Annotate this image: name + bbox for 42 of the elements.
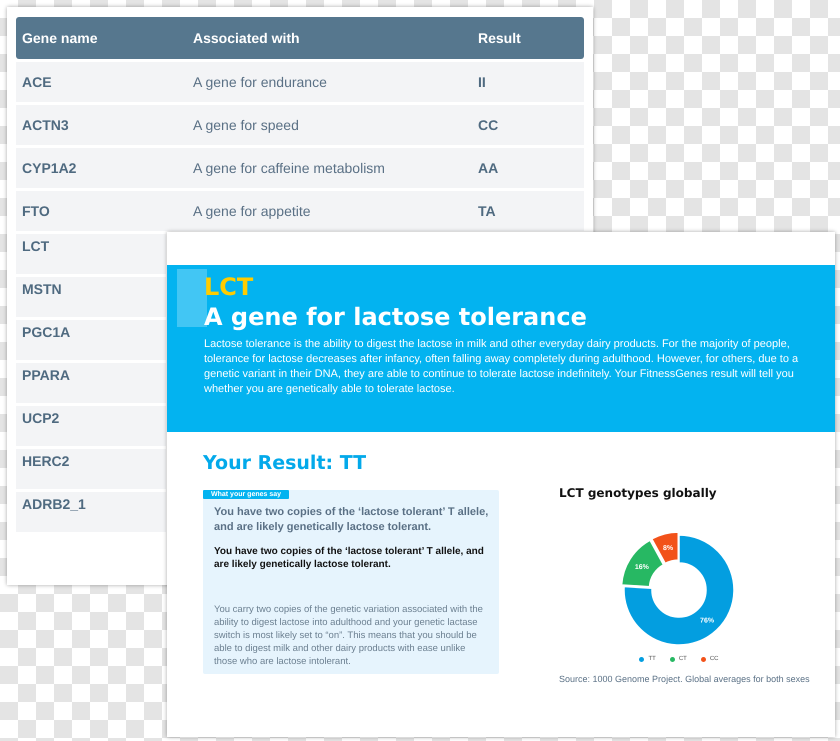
table-row[interactable]: FTO A gene for appetite TA	[16, 191, 584, 231]
association-text: A gene for endurance	[193, 74, 328, 90]
table-row[interactable]: ADRB2_1	[16, 492, 166, 532]
result-text: TA	[478, 203, 497, 219]
gene-name: UCP2	[22, 410, 60, 426]
gene-name: ACTN3	[22, 117, 70, 133]
gene-name: FTO	[22, 203, 51, 219]
report-title: A gene for lactose tolerance	[204, 302, 588, 333]
chart-title: LCT genotypes globally	[559, 486, 718, 500]
gene-title: LCT	[204, 273, 254, 301]
table-row[interactable]: PGC1A	[16, 320, 166, 360]
table-row[interactable]: CYP1A2 A gene for caffeine metabolism AA	[16, 148, 584, 188]
gene-name: CYP1A2	[22, 160, 78, 176]
gene-name: MSTN	[22, 281, 63, 297]
association-text: A gene for caffeine metabolism	[193, 160, 386, 176]
table-row[interactable]: LCT	[16, 234, 166, 274]
result-text: II	[478, 74, 487, 90]
table-row[interactable]: UCP2	[16, 406, 166, 446]
table-row[interactable]: MSTN	[16, 277, 166, 317]
result-text: AA	[478, 160, 500, 176]
gene-name: HERC2	[22, 453, 70, 469]
intro-paragraph: Lactose tolerance is the ability to digest the lactose in milk and other everyday dairy products. For the majority of people, tolerance for lactose decreases after infancy, often falling away completely during adulthood. However, for others, due to a genetic variant in their DNA, they are able to continue to tolerate lactose indefinitely. Your FitnessGenes result will tell you whether you are genetically able to tolerate lactose.	[204, 337, 800, 397]
association-text: A gene for speed	[193, 117, 300, 133]
gene-name: LCT	[22, 238, 50, 254]
column-header: Gene name	[22, 30, 98, 46]
table-row[interactable]: PPARA	[16, 363, 166, 403]
result-text: CC	[478, 117, 500, 133]
gene-name: PGC1A	[22, 324, 72, 340]
table-row[interactable]: ACE A gene for endurance II	[16, 62, 584, 102]
gene-name: ACE	[22, 74, 53, 90]
summary-text: You have two copies of the ‘lactose tolerant’ T allele, and are likely genetically lactose tolerant.	[214, 505, 490, 535]
column-header: Result	[478, 30, 522, 46]
gene-name: PPARA	[22, 367, 71, 383]
gene-name: ADRB2_1	[22, 496, 87, 512]
association-text: A gene for appetite	[193, 203, 312, 219]
source-note: Source: 1000 Genome Project. Global averages for both sexes	[559, 674, 809, 684]
column-header: Associated with	[193, 30, 301, 46]
result-heading: Your Result: TT	[203, 452, 368, 474]
table-row[interactable]: HERC2	[16, 449, 166, 489]
table-row[interactable]: ACTN3 A gene for speed CC	[16, 105, 584, 145]
detail-paragraph: You carry two copies of the genetic variation associated with the ability to digest lactose into adulthood and your genetic lactase switch is most likely set to “on”. This means that you should be able to digest milk and other dairy products with ease unlike those who are lactose intolerant.	[214, 603, 484, 668]
summary-text: You have two copies of the ‘lactose tolerant’ T allele, and are likely genetically lactose tolerant.	[214, 545, 485, 571]
